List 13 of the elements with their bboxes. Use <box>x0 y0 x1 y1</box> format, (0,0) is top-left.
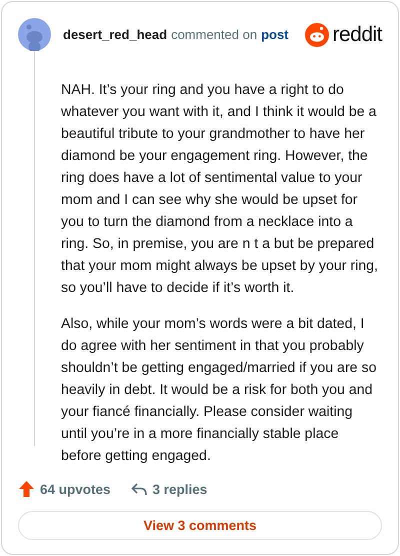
reply-arrow-icon[interactable] <box>130 482 147 496</box>
upvote-arrow-icon[interactable] <box>19 481 34 497</box>
view-comments-button[interactable]: View 3 comments <box>18 511 382 540</box>
comment-paragraph: Also, while your mom’s words were a bit dated, I do agree with her sentiment in that you probably shouldn’t be getting engaged/married if you are so heavily in debt. It would be a risk for both you and your fiancé financially. Please consider waiting until you’re in a more financially stable place before getting engaged. <box>61 315 378 466</box>
brand-name: reddit <box>332 22 382 46</box>
comment-action: commented on <box>171 27 258 42</box>
reply-count: 3 replies <box>152 482 208 496</box>
post-link[interactable]: post <box>261 27 289 42</box>
username[interactable]: desert_red_head <box>63 27 168 42</box>
avatar-icon <box>18 18 51 51</box>
alien-logo-icon <box>305 22 330 46</box>
upvote-count: 64 upvotes <box>40 482 111 496</box>
comment-paragraph: NAH. It’s your ring and you have a right to do whatever you want with it, and I think it would be a beautiful tribute to your grandmother to have her diamond be your engagement ring. However, the ring does have a lot of sentimental value to your mom and I can see why she would be upset for you to turn the diamond from a necklace into a ring. So, in premise, you are n t a but be prepared that your mom might always be upset by your ring, so you’ll have to decide if it’s worth it. <box>61 81 379 298</box>
